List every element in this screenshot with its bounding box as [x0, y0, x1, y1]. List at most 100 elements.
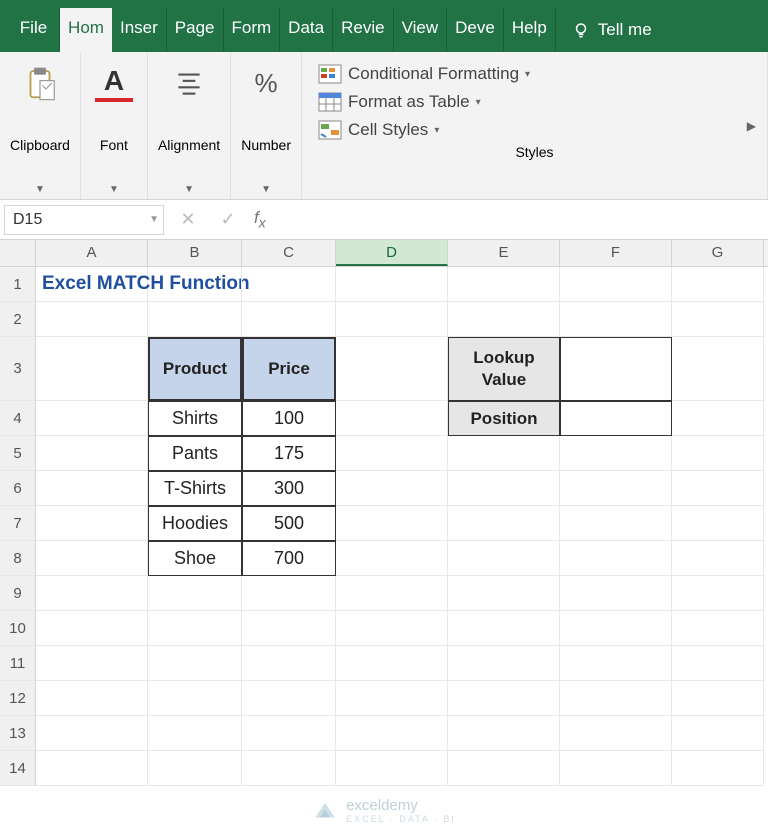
cell-E6[interactable] — [448, 471, 560, 506]
col-header-E[interactable]: E — [448, 240, 560, 266]
cell-G5[interactable] — [672, 436, 764, 471]
chevron-down-icon[interactable]: ▼ — [149, 214, 159, 225]
cell-A13[interactable] — [36, 716, 148, 751]
cell-E14[interactable] — [448, 751, 560, 786]
cell-G11[interactable] — [672, 646, 764, 681]
cell-B9[interactable] — [148, 576, 242, 611]
cell-D14[interactable] — [336, 751, 448, 786]
cell-F8[interactable] — [560, 541, 672, 576]
col-header-G[interactable]: G — [672, 240, 764, 266]
cell-F1[interactable] — [560, 267, 672, 302]
cancel-formula-button[interactable]: ✕ — [168, 209, 208, 230]
font-button[interactable]: A — [91, 60, 137, 106]
tab-developer[interactable]: Deve — [447, 8, 504, 52]
cell-B7[interactable]: Hoodies — [148, 506, 242, 541]
row-header[interactable]: 1 — [0, 267, 36, 302]
cell-B6[interactable]: T-Shirts — [148, 471, 242, 506]
paste-button[interactable] — [17, 60, 63, 106]
cell-G10[interactable] — [672, 611, 764, 646]
cell-C1[interactable] — [242, 267, 336, 302]
cell-A10[interactable] — [36, 611, 148, 646]
tab-insert[interactable]: Inser — [112, 8, 167, 52]
cell-C9[interactable] — [242, 576, 336, 611]
cell-D4[interactable] — [336, 401, 448, 436]
cell-B13[interactable] — [148, 716, 242, 751]
tell-me-search[interactable]: Tell me — [560, 8, 664, 52]
cell-C2[interactable] — [242, 302, 336, 337]
cell-G7[interactable] — [672, 506, 764, 541]
cell-A11[interactable] — [36, 646, 148, 681]
cell-A7[interactable] — [36, 506, 148, 541]
cell-A9[interactable] — [36, 576, 148, 611]
fx-icon[interactable]: fx — [248, 208, 272, 231]
cell-G9[interactable] — [672, 576, 764, 611]
cell-D3[interactable] — [336, 337, 448, 401]
select-all-button[interactable] — [0, 240, 36, 266]
cell-C8[interactable]: 700 — [242, 541, 336, 576]
row-header[interactable]: 14 — [0, 751, 36, 786]
row-header[interactable]: 8 — [0, 541, 36, 576]
cell-C7[interactable]: 500 — [242, 506, 336, 541]
tab-help[interactable]: Help — [504, 8, 556, 52]
cell-B5[interactable]: Pants — [148, 436, 242, 471]
cell-F5[interactable] — [560, 436, 672, 471]
cell-D13[interactable] — [336, 716, 448, 751]
cell-G4[interactable] — [672, 401, 764, 436]
row-header[interactable]: 12 — [0, 681, 36, 716]
cell-A2[interactable] — [36, 302, 148, 337]
cell-E9[interactable] — [448, 576, 560, 611]
tab-formulas[interactable]: Form — [224, 8, 281, 52]
cell-D11[interactable] — [336, 646, 448, 681]
cell-E13[interactable] — [448, 716, 560, 751]
name-box[interactable]: D15 ▼ — [4, 205, 164, 235]
cell-E2[interactable] — [448, 302, 560, 337]
cell-B1[interactable] — [148, 267, 242, 302]
cell-A1[interactable]: Excel MATCH Function — [36, 267, 148, 302]
cell-E7[interactable] — [448, 506, 560, 541]
row-header[interactable]: 9 — [0, 576, 36, 611]
cell-D8[interactable] — [336, 541, 448, 576]
enter-formula-button[interactable]: ✓ — [208, 209, 248, 230]
cell-D1[interactable] — [336, 267, 448, 302]
cell-D6[interactable] — [336, 471, 448, 506]
cell-B10[interactable] — [148, 611, 242, 646]
tab-home[interactable]: Hom — [60, 8, 112, 52]
formula-input[interactable] — [272, 205, 768, 235]
cell-E4[interactable]: Position — [448, 401, 560, 436]
cell-F14[interactable] — [560, 751, 672, 786]
cell-C12[interactable] — [242, 681, 336, 716]
conditional-formatting-button[interactable]: Conditional Formatting ▾ — [316, 60, 753, 88]
cell-C11[interactable] — [242, 646, 336, 681]
cell-G12[interactable] — [672, 681, 764, 716]
cell-F7[interactable] — [560, 506, 672, 541]
row-header[interactable]: 5 — [0, 436, 36, 471]
cell-A5[interactable] — [36, 436, 148, 471]
cell-D10[interactable] — [336, 611, 448, 646]
tab-data[interactable]: Data — [280, 8, 333, 52]
col-header-C[interactable]: C — [242, 240, 336, 266]
tab-view[interactable]: View — [394, 8, 448, 52]
cell-D12[interactable] — [336, 681, 448, 716]
chevron-down-icon[interactable]: ▼ — [261, 184, 271, 195]
cell-E3[interactable]: Lookup Value — [448, 337, 560, 401]
cell-B8[interactable]: Shoe — [148, 541, 242, 576]
cell-C3[interactable]: Price — [242, 337, 336, 401]
row-header[interactable]: 7 — [0, 506, 36, 541]
cell-A6[interactable] — [36, 471, 148, 506]
cell-C5[interactable]: 175 — [242, 436, 336, 471]
chevron-down-icon[interactable]: ▼ — [35, 184, 45, 195]
cell-E11[interactable] — [448, 646, 560, 681]
row-header[interactable]: 10 — [0, 611, 36, 646]
cell-E8[interactable] — [448, 541, 560, 576]
cell-G8[interactable] — [672, 541, 764, 576]
row-header[interactable]: 4 — [0, 401, 36, 436]
cell-E10[interactable] — [448, 611, 560, 646]
cell-D5[interactable] — [336, 436, 448, 471]
cell-F3[interactable] — [560, 337, 672, 401]
cell-B2[interactable] — [148, 302, 242, 337]
cell-F12[interactable] — [560, 681, 672, 716]
cell-F10[interactable] — [560, 611, 672, 646]
cell-E5[interactable] — [448, 436, 560, 471]
cell-C4[interactable]: 100 — [242, 401, 336, 436]
tab-page-layout[interactable]: Page — [167, 8, 224, 52]
